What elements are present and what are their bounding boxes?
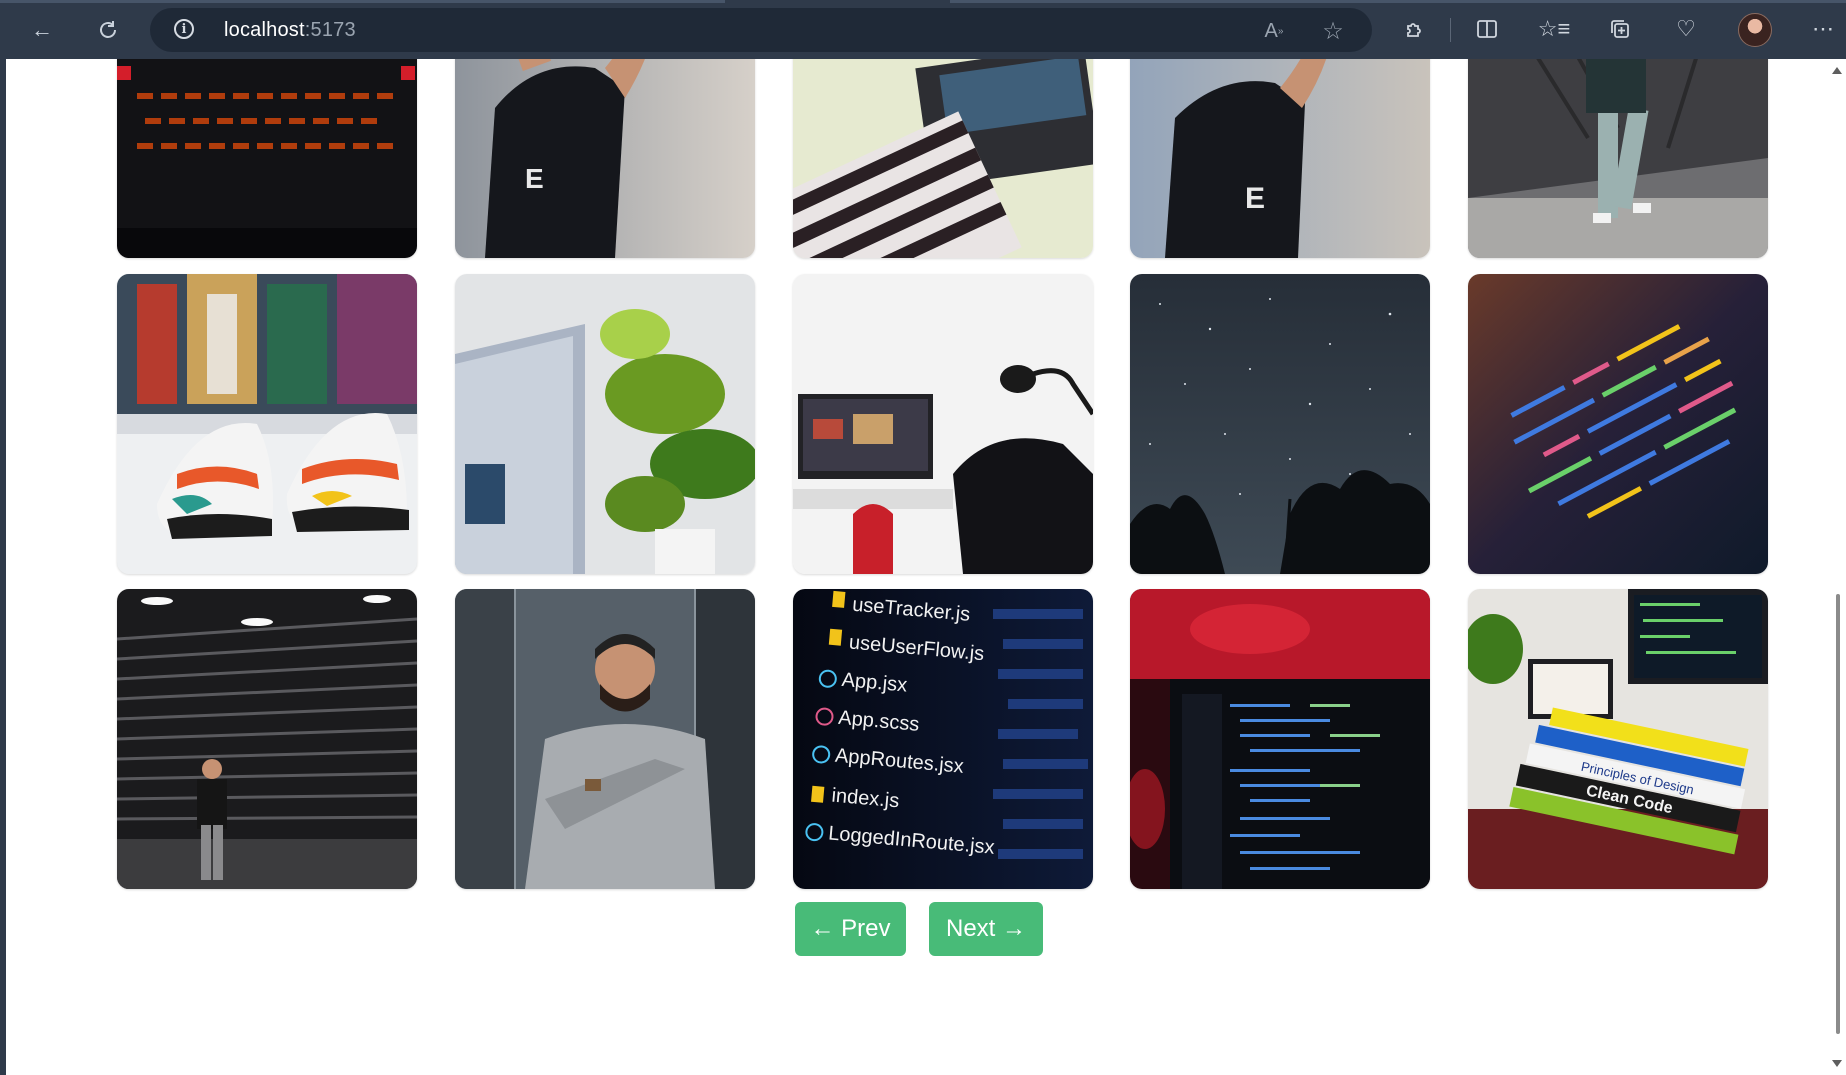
profile-avatar[interactable] xyxy=(1738,13,1772,47)
url-text[interactable]: localhost:5173 xyxy=(224,19,356,42)
collections-icon[interactable] xyxy=(1605,14,1635,44)
favorites-icon[interactable]: ☆≡ xyxy=(1538,14,1571,44)
photo-code-screen[interactable] xyxy=(1468,274,1768,574)
read-aloud-icon[interactable]: A» xyxy=(1261,18,1287,44)
svg-text:E: E xyxy=(525,163,544,194)
address-bar[interactable]: i localhost:5173 A» ☆ xyxy=(150,8,1372,52)
refresh-icon[interactable] xyxy=(92,14,124,46)
more-icon[interactable]: ⋯ xyxy=(1808,14,1838,44)
image-gallery: E E useTracker.js useUserFlow.js App.jsx… xyxy=(6,59,1828,1075)
tab-strip-left xyxy=(0,0,725,3)
toolbar-separator xyxy=(1450,18,1451,42)
browser-essentials-icon[interactable]: ♡ xyxy=(1671,14,1701,44)
photo-man-shutter[interactable] xyxy=(117,589,417,889)
photo-desk-books[interactable]: Principles of Design Clean Code xyxy=(1468,589,1768,889)
browser-toolbar: ← i localhost:5173 A» ☆ ☆≡ ♡ ⋯ xyxy=(0,0,1846,59)
photo-man-blazer[interactable] xyxy=(455,589,755,889)
svg-text:E: E xyxy=(1245,182,1265,215)
extensions-icon[interactable] xyxy=(1400,14,1430,44)
photo-laptop-code[interactable] xyxy=(1130,589,1430,889)
next-button[interactable]: Next → xyxy=(929,902,1043,956)
photo-monitor-plant[interactable] xyxy=(455,274,755,574)
photo-man-tshirt-2[interactable]: E xyxy=(1130,59,1430,258)
photo-man-walking[interactable] xyxy=(1468,59,1768,258)
page-viewport: E E useTracker.js useUserFlow.js App.jsx… xyxy=(6,59,1828,1075)
site-info-icon[interactable]: i xyxy=(174,19,194,39)
photo-typing-laptop[interactable] xyxy=(793,59,1093,258)
photo-file-list[interactable]: useTracker.js useUserFlow.js App.jsx App… xyxy=(793,589,1093,889)
photo-night-sky[interactable] xyxy=(1130,274,1430,574)
back-icon[interactable]: ← xyxy=(26,14,58,46)
photo-keyboard[interactable] xyxy=(117,59,417,258)
scroll-up-arrow-icon[interactable] xyxy=(1832,67,1842,74)
favorite-star-icon[interactable]: ☆ xyxy=(1320,18,1346,45)
scrollbar-thumb[interactable] xyxy=(1836,594,1840,1034)
page-scrollbar[interactable] xyxy=(1828,59,1846,1075)
prev-button[interactable]: ← Prev xyxy=(795,902,906,956)
photo-man-tshirt-1[interactable]: E xyxy=(455,59,755,258)
photo-sneakers[interactable] xyxy=(117,274,417,574)
split-screen-icon[interactable] xyxy=(1472,14,1502,44)
photo-desk-microphone[interactable] xyxy=(793,274,1093,574)
tab-strip-right xyxy=(950,0,1846,3)
scroll-down-arrow-icon[interactable] xyxy=(1832,1060,1842,1067)
